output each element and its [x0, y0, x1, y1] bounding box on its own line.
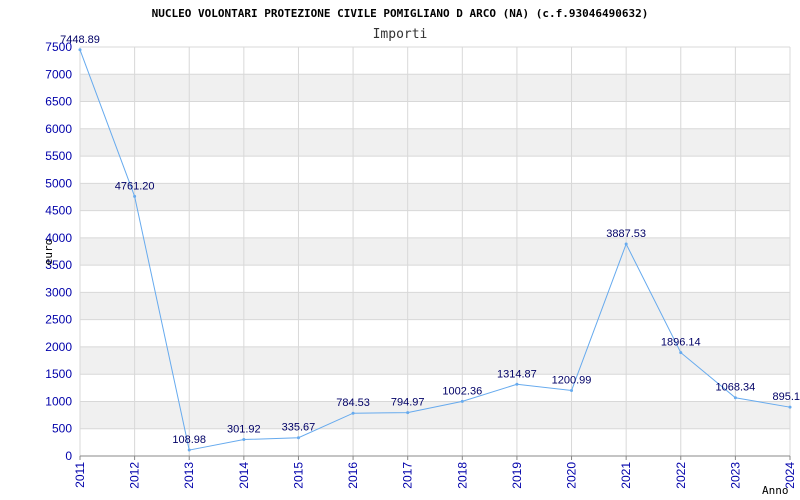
data-point [624, 242, 628, 246]
data-point [733, 396, 737, 400]
x-tick-label: 2018 [455, 462, 469, 489]
data-point [351, 411, 355, 415]
y-tick-label: 1500 [45, 367, 72, 381]
data-point [187, 448, 191, 452]
x-axis-label: Anno [762, 484, 789, 497]
data-label: 7448.89 [60, 34, 100, 46]
y-tick-label: 1000 [45, 394, 72, 408]
data-point [406, 411, 410, 415]
data-label: 1896.14 [661, 337, 701, 349]
y-tick-label: 500 [52, 422, 72, 436]
data-point [515, 382, 519, 386]
x-tick-label: 2016 [346, 462, 360, 489]
x-tick-label: 2014 [237, 462, 251, 489]
grid-band [80, 128, 790, 157]
y-tick-label: 5500 [45, 149, 72, 163]
data-point [788, 405, 792, 409]
data-label: 895.1 [772, 391, 800, 403]
data-point [242, 438, 246, 442]
grid-band [80, 237, 790, 266]
x-tick-label: 2011 [73, 462, 87, 488]
x-tick-label: 2013 [182, 462, 196, 489]
data-label: 1002.36 [442, 385, 482, 397]
data-label: 4761.20 [115, 180, 155, 192]
grid-band [80, 74, 790, 102]
y-tick-label: 6000 [45, 122, 72, 136]
x-tick-label: 2012 [128, 462, 142, 489]
data-point [679, 351, 683, 355]
x-tick-label: 2021 [619, 462, 633, 489]
x-axis-ticks: 2011 2012 2013 2014 2015 2016 2017 2018 2019 2020… [73, 456, 797, 489]
data-label: 794.97 [391, 397, 425, 409]
data-label: 3887.53 [606, 228, 646, 240]
x-tick-label: 2023 [728, 462, 742, 489]
grid-bands [80, 74, 790, 429]
x-tick-label: 2017 [401, 462, 415, 489]
chart: NUCLEO VOLONTARI PROTEZIONE CIVILE POMIG… [42, 7, 800, 497]
x-tick-label: 2022 [674, 462, 688, 489]
y-axis-label: euro [42, 239, 55, 266]
y-tick-label: 6500 [45, 95, 72, 109]
y-tick-label: 4500 [45, 204, 72, 218]
y-tick-label: 2500 [45, 313, 72, 327]
data-label: 784.53 [336, 397, 370, 409]
y-tick-label: 5000 [45, 176, 72, 190]
data-point [133, 194, 137, 198]
y-tick-label: 3000 [45, 285, 72, 299]
data-label: 108.98 [172, 434, 206, 446]
y-tick-label: 0 [65, 449, 72, 463]
x-tick-label: 2019 [510, 462, 524, 489]
data-label: 1314.87 [497, 368, 537, 380]
x-tick-label: 2020 [565, 462, 579, 489]
data-label: 1200.99 [552, 375, 592, 387]
chart-subtitle: Importi [373, 27, 428, 42]
y-tick-label: 7000 [45, 67, 72, 81]
x-tick-label: 2015 [291, 462, 305, 489]
data-label: 335.67 [282, 422, 316, 434]
grid-band [80, 401, 790, 429]
data-point [78, 48, 82, 52]
data-point [296, 436, 300, 440]
data-point [460, 399, 464, 403]
data-label: 301.92 [227, 424, 261, 436]
data-label: 1068.34 [716, 382, 756, 394]
y-tick-label: 2000 [45, 340, 72, 354]
grid-band [80, 183, 790, 211]
data-point [570, 389, 574, 393]
chart-title: NUCLEO VOLONTARI PROTEZIONE CIVILE POMIG… [152, 7, 649, 20]
grid-band [80, 346, 790, 375]
grid-band [80, 292, 790, 320]
